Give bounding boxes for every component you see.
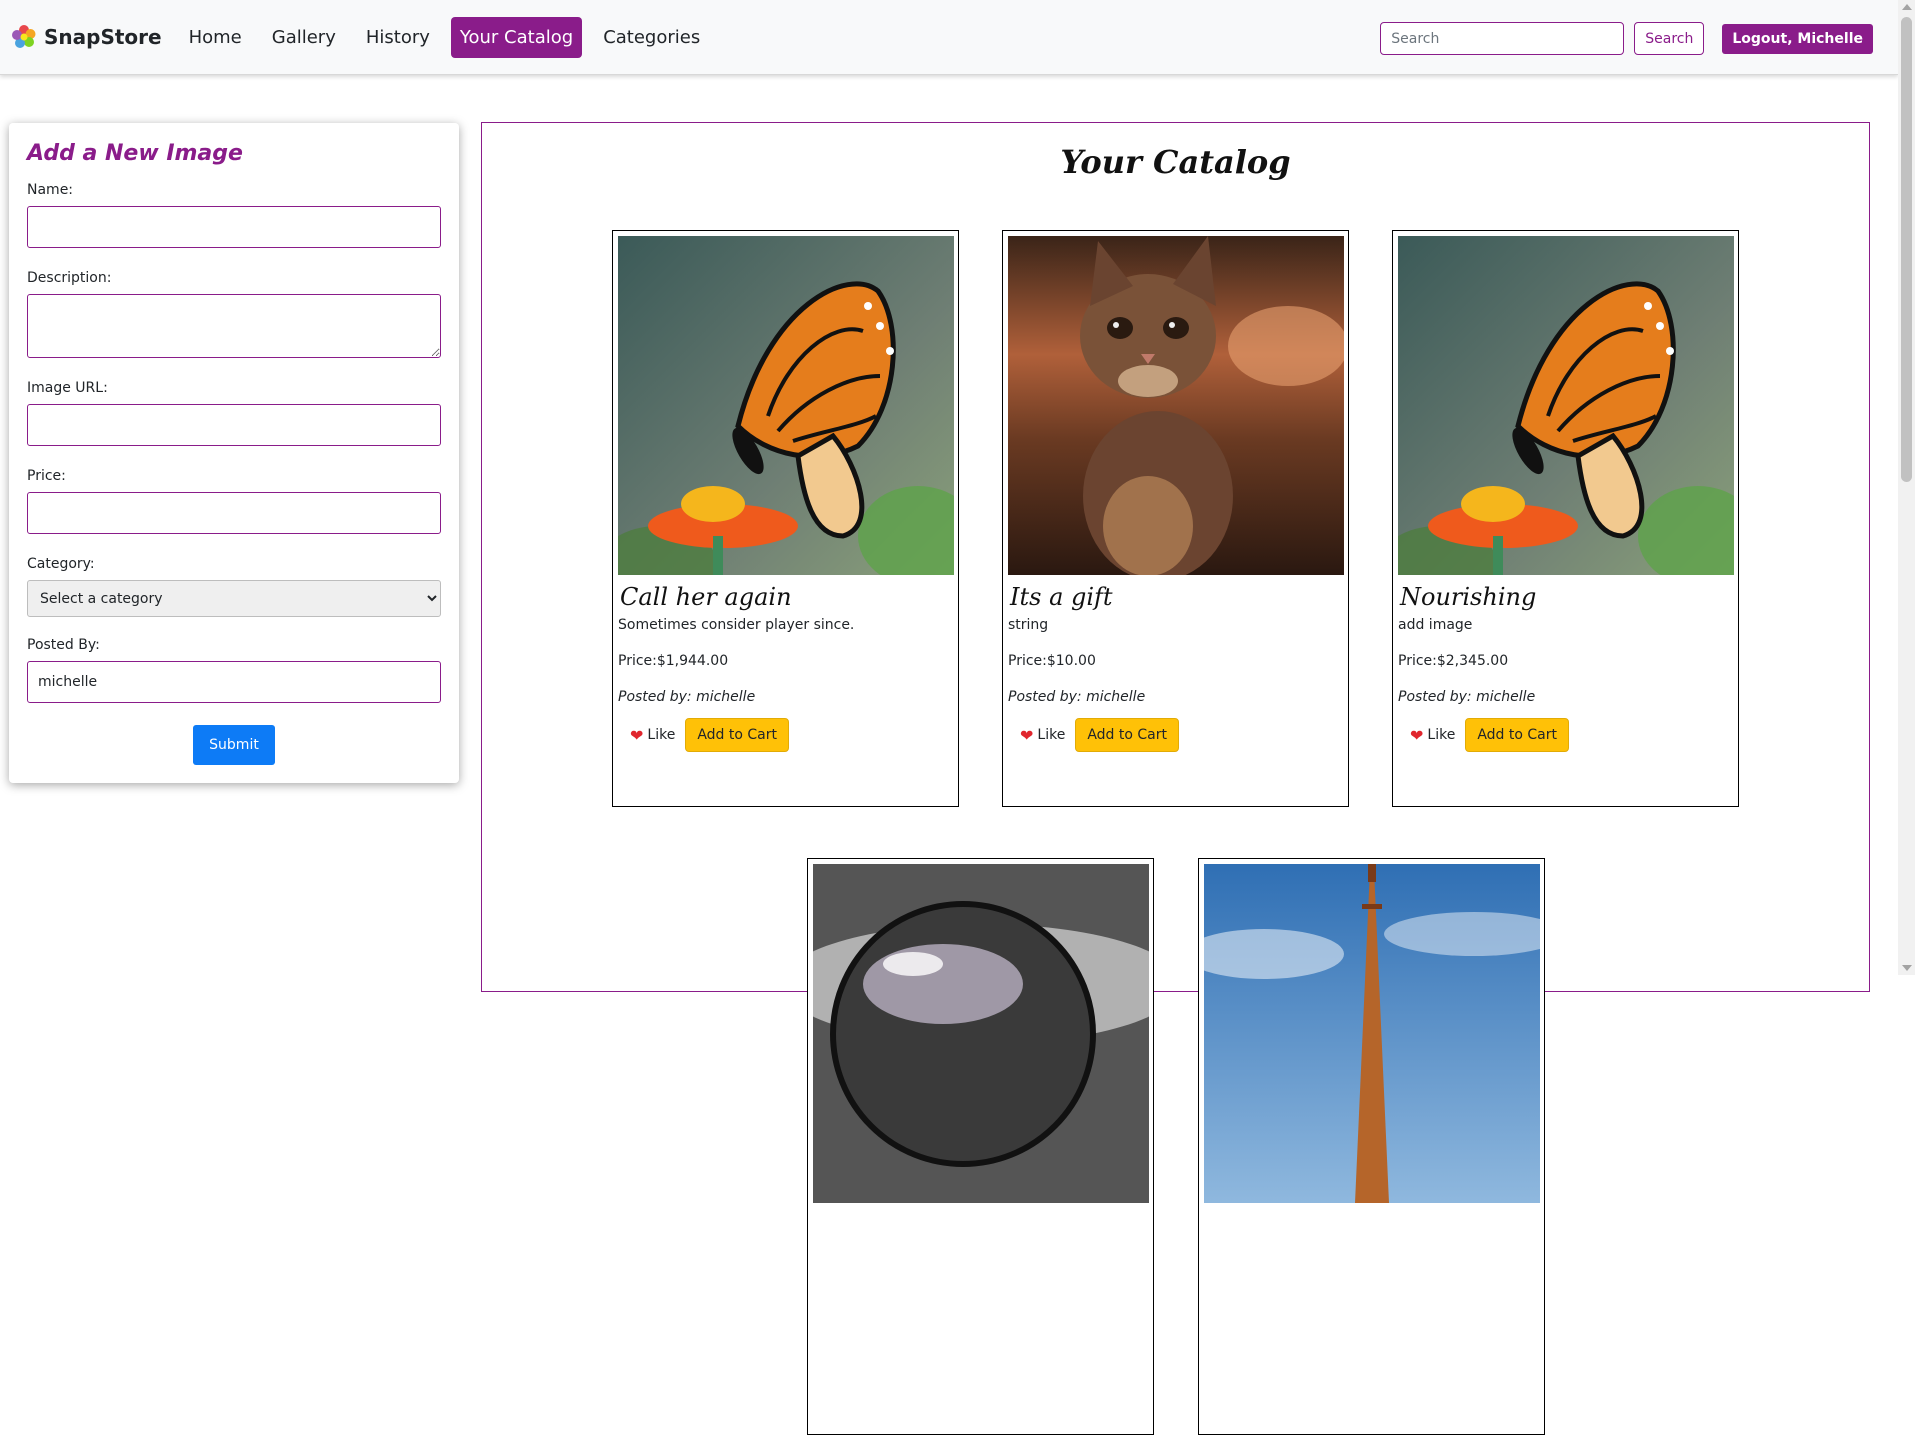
image-card: Call her again Sometimes consider player… xyxy=(612,230,959,807)
form-title: Add a New Image xyxy=(27,141,243,166)
category-label: Category: xyxy=(27,556,95,572)
card-actions: ❤ Like Add to Cart xyxy=(1410,718,1733,752)
brand[interactable]: SnapStore xyxy=(10,23,162,51)
search-input[interactable] xyxy=(1380,22,1625,55)
name-label: Name: xyxy=(27,182,74,198)
butterfly-image xyxy=(1398,236,1734,575)
card-actions: ❤ Like Add to Cart xyxy=(1020,718,1343,752)
card-posted-by: Posted by: michelle xyxy=(618,689,756,705)
like-button[interactable]: ❤ Like xyxy=(630,726,675,745)
add-image-form: Add a New Image Name: Description: Image… xyxy=(9,123,459,783)
submit-button[interactable]: Submit xyxy=(193,725,275,765)
heart-icon: ❤ xyxy=(1020,725,1034,745)
nav-link-categories[interactable]: Categories xyxy=(594,17,709,58)
image-card xyxy=(807,858,1154,1435)
like-label: Like xyxy=(1427,727,1456,743)
card-description: Sometimes consider player since. xyxy=(618,617,855,633)
card-description: string xyxy=(1008,617,1049,633)
card-price: Price:$1,944.00 xyxy=(618,653,729,669)
brand-name: SnapStore xyxy=(44,25,162,49)
page-scrollbar[interactable] xyxy=(1898,0,1915,975)
image-url-field[interactable] xyxy=(27,404,441,446)
eiffel-tower-image xyxy=(1204,864,1540,1203)
scrollbar-thumb[interactable] xyxy=(1901,17,1912,482)
card-posted-by: Posted by: michelle xyxy=(1008,689,1146,705)
image-url-label: Image URL: xyxy=(27,380,108,396)
like-button[interactable]: ❤ Like xyxy=(1020,726,1065,745)
posted-by-label: Posted By: xyxy=(27,637,100,653)
heart-icon: ❤ xyxy=(1410,725,1424,745)
nav-link-history[interactable]: History xyxy=(357,17,439,58)
bubble-image xyxy=(813,864,1149,1203)
nav-links: Home Gallery History Your Catalog Catego… xyxy=(180,16,722,58)
image-card: Its a gift string Price:$10.00 Posted by… xyxy=(1002,230,1349,807)
add-to-cart-button[interactable]: Add to Cart xyxy=(1465,718,1569,752)
snapstore-logo-icon xyxy=(12,25,36,48)
scroll-down-arrow-icon[interactable] xyxy=(1902,965,1912,971)
card-title: Its a gift xyxy=(1010,583,1113,611)
image-card xyxy=(1198,858,1545,1435)
category-select[interactable]: Select a category xyxy=(27,580,441,617)
card-actions: ❤ Like Add to Cart xyxy=(630,718,953,752)
catalog-section: Your Catalog Call her again Sometimes co… xyxy=(481,122,1870,1435)
nav-link-your-catalog[interactable]: Your Catalog xyxy=(450,16,583,58)
description-field[interactable] xyxy=(27,294,441,358)
add-to-cart-button[interactable]: Add to Cart xyxy=(1075,718,1179,752)
nav-actions: Search Logout, Michelle xyxy=(1380,22,1873,55)
add-to-cart-button[interactable]: Add to Cart xyxy=(685,718,789,752)
catalog-title: Your Catalog xyxy=(1060,143,1291,181)
card-price: Price:$10.00 xyxy=(1008,653,1096,669)
scroll-up-arrow-icon[interactable] xyxy=(1902,4,1912,10)
card-title: Call her again xyxy=(620,583,792,611)
card-title: Nourishing xyxy=(1400,583,1537,611)
card-price: Price:$2,345.00 xyxy=(1398,653,1509,669)
card-posted-by: Posted by: michelle xyxy=(1398,689,1536,705)
nav-link-gallery[interactable]: Gallery xyxy=(263,17,345,58)
like-label: Like xyxy=(1037,727,1066,743)
name-field[interactable] xyxy=(27,206,441,248)
navbar: SnapStore Home Gallery History Your Cata… xyxy=(0,0,1898,75)
logout-button[interactable]: Logout, Michelle xyxy=(1722,23,1873,54)
posted-by-field[interactable] xyxy=(27,661,441,703)
description-label: Description: xyxy=(27,270,112,286)
like-label: Like xyxy=(647,727,676,743)
card-description: add image xyxy=(1398,617,1473,633)
image-card: Nourishing add image Price:$2,345.00 Pos… xyxy=(1392,230,1739,807)
butterfly-image xyxy=(618,236,954,575)
search-button[interactable]: Search xyxy=(1634,22,1705,55)
kitten-image xyxy=(1008,236,1344,575)
like-button[interactable]: ❤ Like xyxy=(1410,726,1455,745)
price-label: Price: xyxy=(27,468,66,484)
price-field[interactable] xyxy=(27,492,441,534)
heart-icon: ❤ xyxy=(630,725,644,745)
nav-link-home[interactable]: Home xyxy=(180,17,251,58)
